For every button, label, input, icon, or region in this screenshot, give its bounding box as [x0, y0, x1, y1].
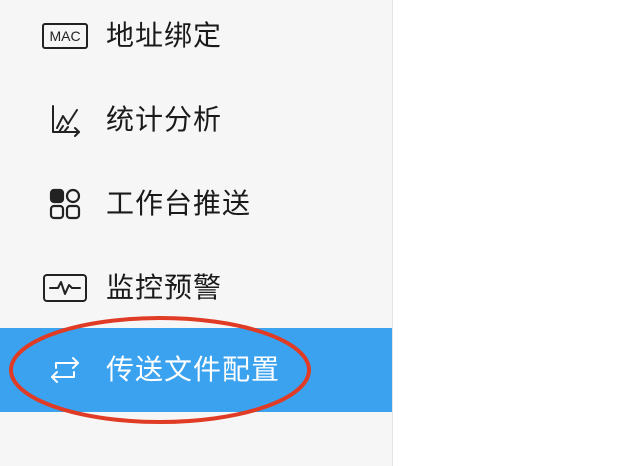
pulse-monitor-icon [40, 268, 90, 308]
sidebar-item-label: 地址绑定 [106, 19, 223, 52]
line-chart-icon [40, 100, 90, 140]
sidebar-item-label: 工作台推送 [106, 187, 252, 220]
main-content-area [393, 0, 644, 466]
transfer-arrows-icon [40, 350, 90, 390]
sidebar-item-monitoring-alerts[interactable]: 监控预警 [0, 246, 392, 330]
sidebar-item-file-transfer-config[interactable]: 传送文件配置 [0, 328, 392, 412]
mac-icon: MAC [40, 16, 90, 56]
sidebar-item-workbench-push[interactable]: 工作台推送 [0, 162, 392, 246]
sidebar: MAC 地址绑定 统计分析 工作台推送 监控预警 传送文件配置 [0, 0, 393, 466]
mac-icon-text: MAC [42, 23, 88, 49]
grid-apps-icon [40, 184, 90, 224]
sidebar-item-statistics[interactable]: 统计分析 [0, 78, 392, 162]
sidebar-item-label: 传送文件配置 [106, 353, 281, 386]
sidebar-item-address-binding[interactable]: MAC 地址绑定 [0, 0, 392, 78]
sidebar-item-label: 统计分析 [106, 103, 223, 136]
sidebar-item-label: 监控预警 [106, 271, 223, 304]
